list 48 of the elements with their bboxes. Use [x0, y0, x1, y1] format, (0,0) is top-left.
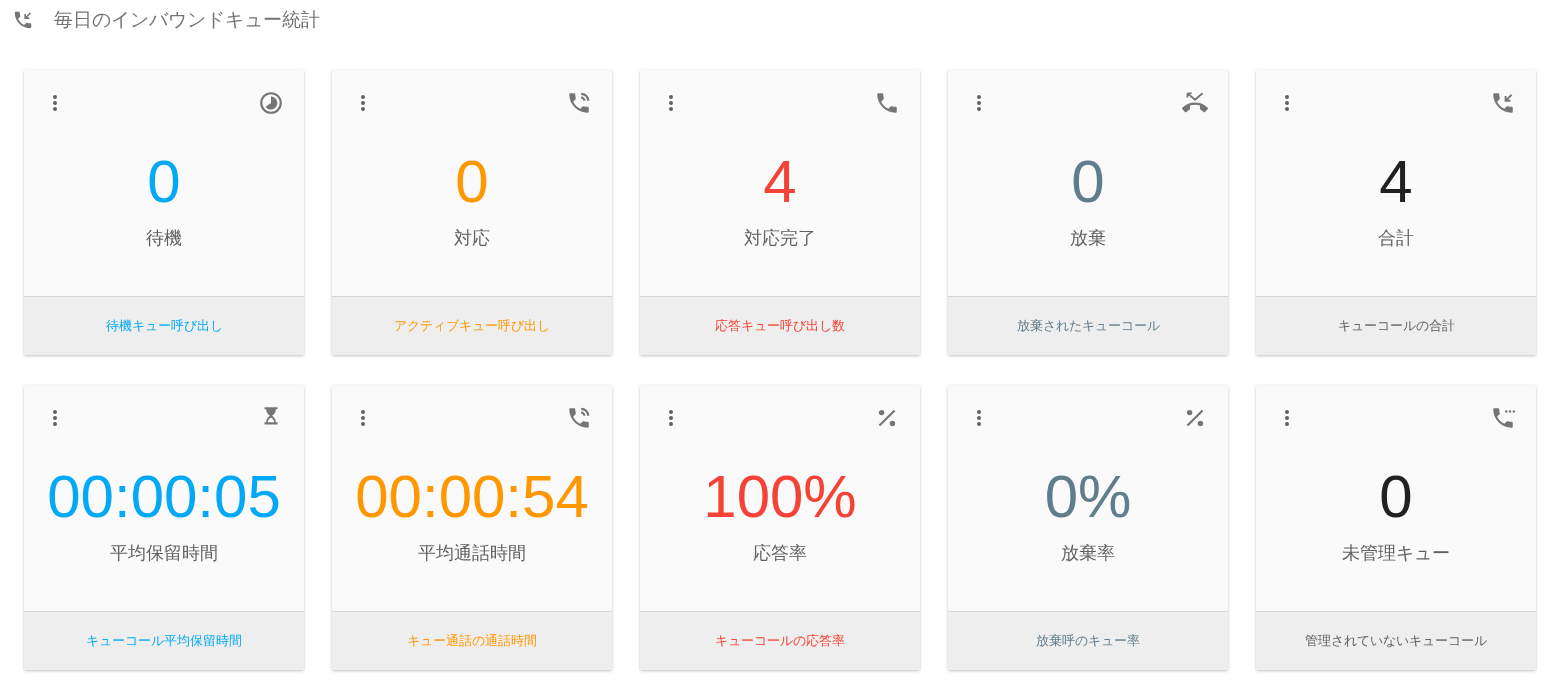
stat-label: 未管理キュー	[1341, 541, 1451, 565]
stat-label: 合計	[1377, 226, 1415, 250]
footer-text: キューコールの応答率	[715, 632, 845, 650]
more-options-icon[interactable]	[667, 93, 675, 113]
footer-text: 管理されていないキューコール	[1305, 632, 1487, 650]
stat-label: 対応	[453, 226, 491, 250]
stat-label: 放棄率	[1060, 541, 1116, 565]
footer-text: キューコールの合計	[1337, 317, 1455, 335]
stat-value: 4	[1378, 152, 1414, 212]
stat-value: 4	[762, 152, 798, 212]
phone-dots-icon	[1490, 405, 1516, 431]
footer-text: キュー通話の通話時間	[407, 632, 537, 650]
more-options-icon[interactable]	[1283, 408, 1291, 428]
more-options-icon[interactable]	[51, 408, 59, 428]
stat-value: 0	[454, 152, 490, 212]
stat-value: 0	[146, 152, 182, 212]
more-options-icon[interactable]	[51, 93, 59, 113]
stat-value: 0	[1070, 152, 1106, 212]
stat-value: 0	[1378, 467, 1414, 527]
stat-label: 応答率	[752, 541, 808, 565]
stat-value: 00:00:05	[46, 467, 282, 527]
stat-label: 平均保留時間	[109, 541, 219, 565]
page-title: 毎日のインバウンドキュー統計	[54, 8, 320, 32]
footer-text: 応答キュー呼び出し数	[715, 317, 845, 335]
phone-icon	[874, 90, 900, 116]
stat-value: 0%	[1043, 467, 1133, 527]
more-options-icon[interactable]	[975, 93, 983, 113]
stat-value: 100%	[702, 467, 858, 527]
footer-text: 放棄されたキューコール	[1016, 317, 1160, 335]
more-options-icon[interactable]	[1283, 93, 1291, 113]
stat-value: 00:00:54	[354, 467, 590, 527]
stat-label: 対応完了	[743, 226, 817, 250]
ringing-phone-icon	[566, 90, 592, 116]
more-options-icon[interactable]	[359, 93, 367, 113]
ringing-phone-icon	[566, 405, 592, 431]
more-options-icon[interactable]	[359, 408, 367, 428]
stat-label: 待機	[145, 226, 183, 250]
incoming-call-icon	[1490, 90, 1516, 116]
footer-text: キューコール平均保留時間	[86, 632, 242, 650]
clock-icon	[258, 90, 284, 116]
footer-text: アクティブキュー呼び出し	[394, 317, 550, 335]
footer-text: 放棄呼のキュー率	[1036, 632, 1140, 650]
stat-label: 平均通話時間	[417, 541, 527, 565]
more-options-icon[interactable]	[667, 408, 675, 428]
incoming-call-icon	[12, 9, 34, 31]
more-options-icon[interactable]	[975, 408, 983, 428]
footer-text: 待機キュー呼び出し	[105, 317, 223, 335]
stat-label: 放棄	[1069, 226, 1107, 250]
